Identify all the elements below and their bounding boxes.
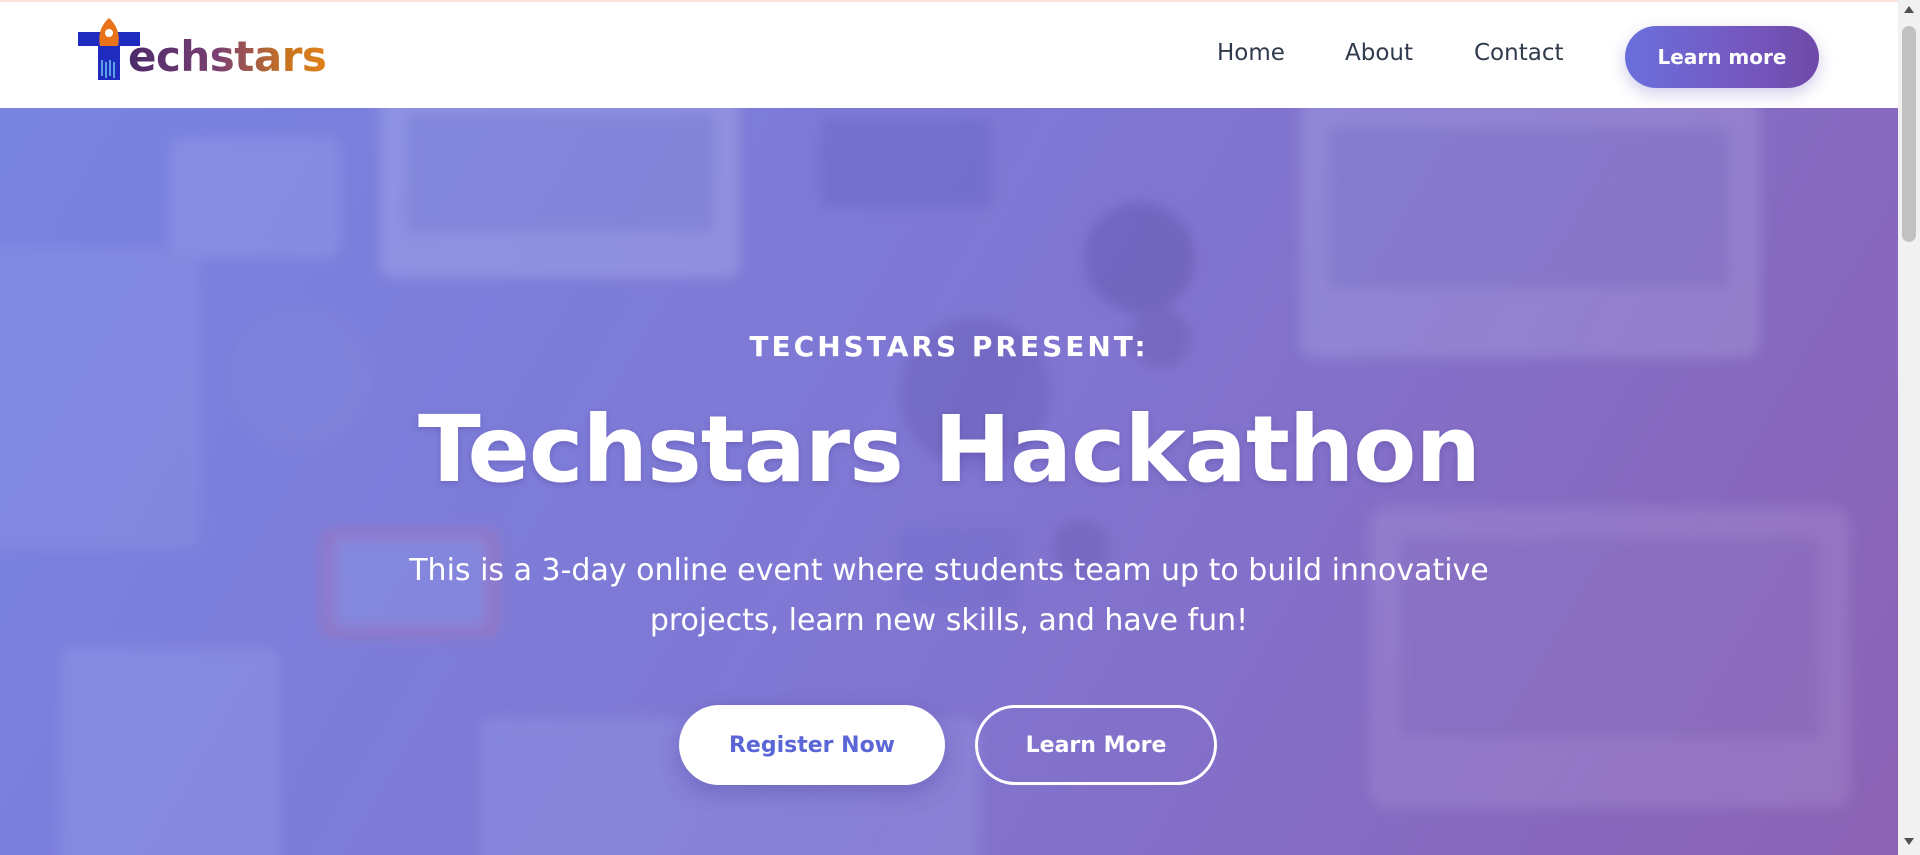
hero-content: TECHSTARS PRESENT: Techstars Hackathon T… bbox=[0, 108, 1898, 855]
hero-learn-more-button[interactable]: Learn More bbox=[975, 705, 1217, 785]
register-now-button[interactable]: Register Now bbox=[679, 705, 945, 785]
hero-title: Techstars Hackathon bbox=[418, 396, 1481, 503]
scroll-down-arrow-icon[interactable] bbox=[1904, 838, 1914, 845]
nav-about-link[interactable]: About bbox=[1345, 40, 1413, 66]
nav-home-link[interactable]: Home bbox=[1217, 40, 1285, 66]
page-scrollbar[interactable] bbox=[1898, 0, 1920, 855]
header-learn-more-button[interactable]: Learn more bbox=[1625, 26, 1819, 88]
main-nav: Home About Contact Learn more bbox=[0, 2, 1898, 108]
hero-description: This is a 3-day online event where stude… bbox=[409, 553, 1489, 638]
site-header: echstars Home About Contact Learn more bbox=[0, 2, 1898, 108]
hero-eyebrow: TECHSTARS PRESENT: bbox=[749, 330, 1149, 363]
hero-section: TECHSTARS PRESENT: Techstars Hackathon T… bbox=[0, 108, 1898, 855]
scroll-up-arrow-icon[interactable] bbox=[1904, 6, 1914, 13]
scrollbar-thumb[interactable] bbox=[1902, 26, 1916, 242]
nav-contact-link[interactable]: Contact bbox=[1474, 40, 1563, 66]
